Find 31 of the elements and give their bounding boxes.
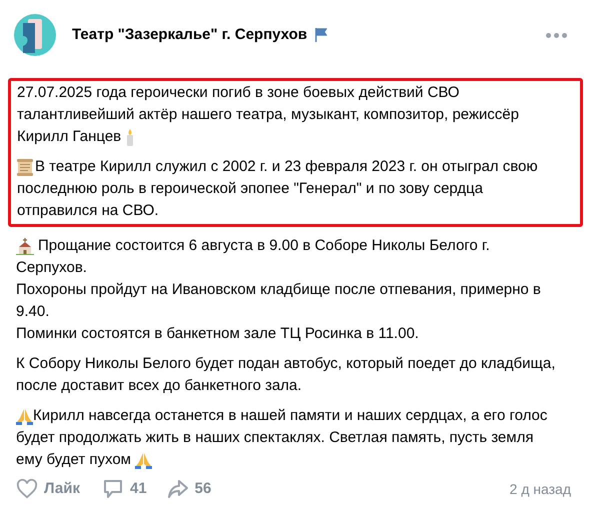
flag-icon xyxy=(315,28,328,42)
post-text: К Собору Николы Белого будет подан автобус, который поедет до кладбища, xyxy=(16,354,556,374)
post-text: Поминки состоятся в банкетном зале ТЦ Росинка в 11.00. xyxy=(16,324,419,344)
like-button[interactable]: Лайк xyxy=(16,478,80,500)
church-icon xyxy=(16,238,34,254)
post-text: ему будет пухом xyxy=(16,450,131,470)
post-text: Похороны пройдут на Ивановском кладбище после отпевания, примерно в xyxy=(16,280,541,300)
post-text: В театре Кирилл служил с 2002 г. и 23 февраля 2023 г. он отыграл свою xyxy=(35,157,538,177)
share-icon xyxy=(166,479,189,499)
post-text: после доставит всех до банкетного зала. xyxy=(16,376,302,396)
post-text: Кирилл Ганцев xyxy=(17,127,122,147)
post-time: 2 д назад xyxy=(510,480,571,499)
post-text: Кирилл навсегда останется в нашей памяти и наших сердцах, а его голос xyxy=(33,406,548,426)
comment-icon xyxy=(102,478,124,500)
post-text: Серпухов. xyxy=(16,258,87,278)
share-button[interactable]: 56 xyxy=(166,478,212,500)
post-text: 9.40. xyxy=(16,302,50,322)
avatar-icon xyxy=(14,14,56,56)
post-text: 27.07.2025 года героически погиб в зоне боевых действий СВО xyxy=(17,83,460,103)
post-text: отправился на СВО. xyxy=(17,201,159,221)
post-text: будет продолжать жить в наших спектаклях. Светлая память, пусть земля xyxy=(16,428,534,448)
praying-hands-icon xyxy=(16,408,33,424)
post-text: талантливейший актёр нашего театра, музыкант, композитор, режиссёр xyxy=(17,105,519,125)
scroll-icon xyxy=(17,158,33,176)
author-name[interactable]: Театр "Зазеркалье" г. Серпухов xyxy=(72,24,308,46)
comments-button[interactable]: 41 xyxy=(102,478,147,500)
praying-hands-icon xyxy=(135,452,152,468)
post-text: Прощание состоится 6 августа в 9.00 в Соборе Николы Белого г. xyxy=(38,236,490,256)
post-text: последнюю роль в героической эпопее "Генерал" и по зову сердца xyxy=(17,179,483,199)
candle-icon xyxy=(125,128,136,146)
heart-icon xyxy=(16,479,38,499)
